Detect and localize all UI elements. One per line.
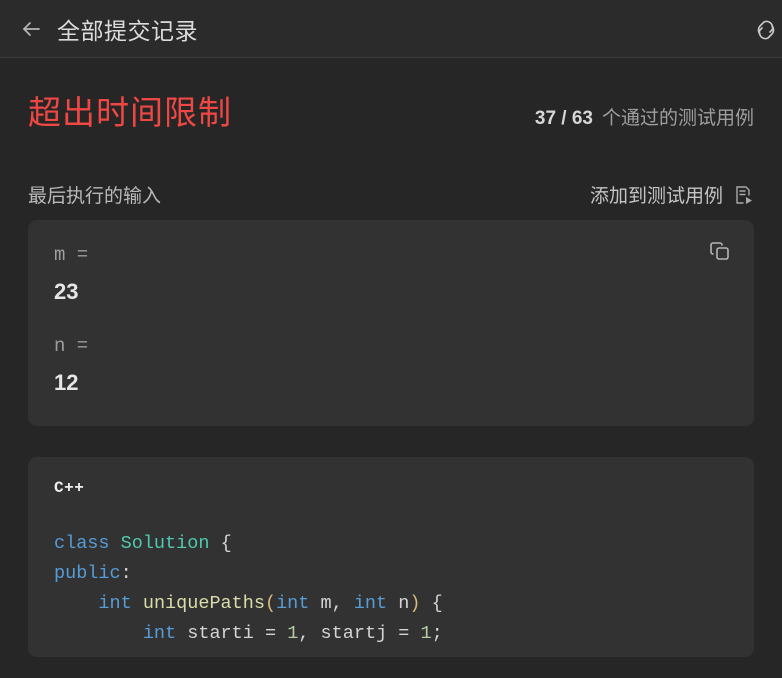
- link-icon[interactable]: [750, 14, 782, 46]
- code-line: int uniquePaths(int m, int n) {: [98, 593, 443, 614]
- add-to-testcase-button[interactable]: 添加到测试用例: [590, 181, 754, 208]
- input-key-m: m =: [54, 244, 89, 266]
- page-title: 全部提交记录: [57, 17, 198, 44]
- code-language-label: C++: [54, 479, 85, 497]
- code-line: class Solution {: [54, 533, 232, 554]
- code-line: public:: [54, 563, 132, 584]
- last-input-label: 最后执行的输入: [28, 186, 162, 207]
- testcase-count: 37 / 63: [534, 108, 593, 129]
- copy-icon[interactable]: [708, 239, 732, 263]
- input-value-m: 23: [54, 279, 79, 304]
- input-section-header: 最后执行的输入 添加到测试用例: [28, 181, 754, 208]
- arrow-left-icon: [19, 17, 43, 41]
- testcase-summary: 37 / 63 个通过的测试用例: [535, 103, 754, 130]
- add-to-testcase-label: 添加到测试用例: [589, 186, 723, 207]
- input-value-n: 12: [54, 370, 79, 395]
- code-line: int starti = 1, startj = 1;: [142, 623, 443, 644]
- testcase-count-label: 个通过的测试用例: [601, 108, 754, 129]
- input-key-n: n =: [54, 335, 89, 357]
- app-header: 全部提交记录: [0, 0, 782, 58]
- status-row: 超出时间限制 37 / 63 个通过的测试用例: [28, 58, 754, 138]
- code-panel: C++ class Solution { public: int uniqueP…: [28, 457, 754, 657]
- code-block[interactable]: class Solution { public: int uniquePaths…: [54, 529, 728, 649]
- back-button[interactable]: [14, 12, 48, 46]
- last-input-panel: m = 23 n = 12: [28, 220, 754, 426]
- verdict-text: 超出时间限制: [28, 94, 232, 131]
- file-run-icon: [734, 185, 754, 205]
- submission-detail: 超出时间限制 37 / 63 个通过的测试用例 最后执行的输入 添加到测试用例: [0, 58, 782, 657]
